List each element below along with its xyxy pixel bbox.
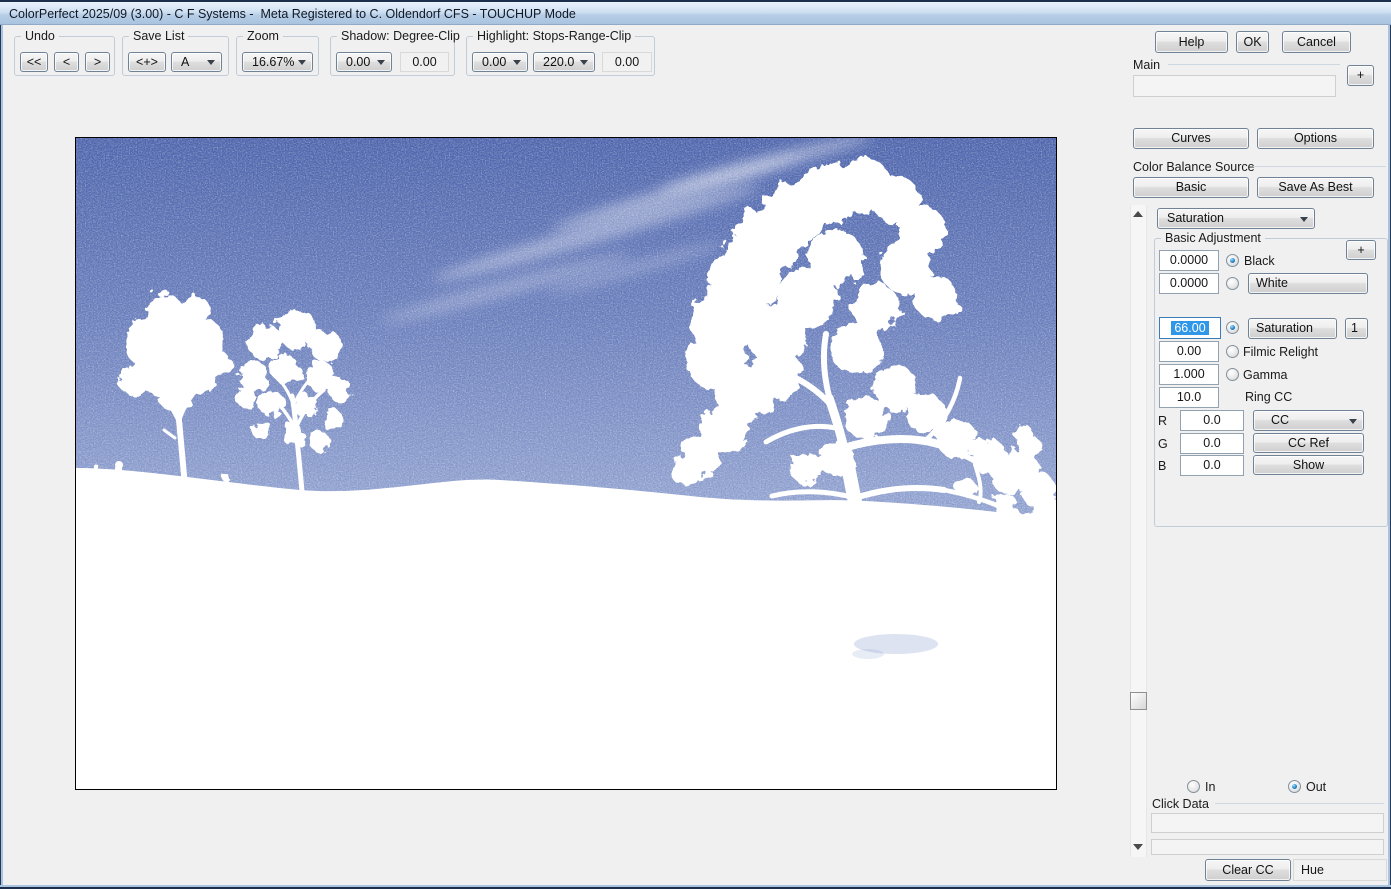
cancel-button[interactable]: Cancel: [1282, 31, 1351, 53]
color-balance-divider: [1253, 166, 1386, 167]
highlight-range-select[interactable]: 220.0: [533, 52, 595, 72]
color-balance-source-label: Color Balance Source: [1133, 160, 1255, 174]
filmic-relight-label: Filmic Relight: [1243, 345, 1318, 359]
scroll-thumb[interactable]: [1130, 692, 1147, 710]
chevron-down-icon: [298, 60, 306, 65]
undo-group-label: Undo: [21, 29, 59, 43]
black-radio[interactable]: [1226, 254, 1239, 267]
chevron-down-icon: [1349, 419, 1357, 424]
cc-value: CC: [1271, 413, 1289, 427]
green-label: G: [1158, 437, 1168, 451]
chevron-down-icon: [377, 60, 385, 65]
zoom-value: 16.67%: [252, 55, 294, 69]
scroll-down-icon[interactable]: [1133, 844, 1143, 850]
window-title: ColorPerfect 2025/09 (3.00) - C F System…: [9, 7, 576, 21]
gamma-radio[interactable]: [1226, 368, 1239, 381]
adjustment-mode-value: Saturation: [1167, 211, 1224, 225]
white-radio[interactable]: [1226, 277, 1239, 290]
black-label: Black: [1244, 254, 1275, 268]
click-data-field-1[interactable]: [1151, 813, 1384, 833]
saturation-value-field[interactable]: 66.00: [1159, 317, 1221, 339]
hue-field: Hue: [1293, 859, 1387, 881]
cc-select[interactable]: CC: [1253, 410, 1364, 431]
save-list-group-label: Save List: [129, 29, 188, 43]
ring-cc-label: Ring CC: [1245, 390, 1292, 404]
out-radio[interactable]: [1288, 780, 1301, 793]
selected-text: 66.00: [1171, 321, 1208, 335]
blue-value-field[interactable]: 0.0: [1180, 455, 1244, 476]
main-label: Main: [1133, 58, 1160, 72]
shadow-degree-value: 0.00: [346, 55, 370, 69]
negative-photo-image: [76, 138, 1056, 789]
shadow-degree-select[interactable]: 0.00: [336, 52, 392, 72]
window-frame-bottom: [0, 885, 1391, 889]
basic-adjustment-label: Basic Adjustment: [1161, 231, 1265, 245]
gamma-value-field[interactable]: 1.000: [1159, 364, 1219, 385]
show-button[interactable]: Show: [1253, 455, 1364, 475]
blue-label: B: [1158, 459, 1166, 473]
curves-button[interactable]: Curves: [1133, 128, 1249, 149]
scroll-up-icon[interactable]: [1133, 211, 1143, 217]
undo-all-button[interactable]: <<: [20, 52, 48, 72]
ring-cc-value-field[interactable]: 10.0: [1159, 387, 1219, 408]
in-radio[interactable]: [1187, 780, 1200, 793]
chevron-down-icon: [513, 60, 521, 65]
save-list-slot-select[interactable]: A: [171, 52, 222, 72]
zoom-group-label: Zoom: [243, 29, 283, 43]
highlight-stops-value: 0.00: [482, 55, 506, 69]
highlight-stops-select[interactable]: 0.00: [472, 52, 528, 72]
radio-dot-icon: [1230, 325, 1235, 330]
saturation-radio[interactable]: [1226, 321, 1239, 334]
cc-ref-button[interactable]: CC Ref: [1253, 433, 1364, 453]
saturation-index-button[interactable]: 1: [1345, 318, 1368, 339]
highlight-range-value: 220.0: [543, 55, 574, 69]
white-value-field[interactable]: 0.0000: [1159, 273, 1219, 294]
title-bar[interactable]: ColorPerfect 2025/09 (3.00) - C F System…: [0, 0, 1391, 25]
filmic-relight-radio[interactable]: [1226, 345, 1239, 358]
chevron-down-icon: [1300, 217, 1308, 222]
saturation-button[interactable]: Saturation: [1248, 318, 1337, 339]
window-frame-left: [0, 25, 3, 886]
white-button[interactable]: White: [1248, 273, 1368, 294]
main-name-field[interactable]: [1133, 75, 1336, 97]
save-as-best-button[interactable]: Save As Best: [1257, 177, 1374, 198]
highlight-group-label: Highlight: Stops-Range-Clip: [473, 29, 635, 43]
adjustment-add-button[interactable]: +: [1346, 240, 1376, 260]
gamma-label: Gamma: [1243, 368, 1287, 382]
filmic-value-field[interactable]: 0.00: [1159, 341, 1219, 362]
shadow-group-label: Shadow: Degree-Clip: [337, 29, 464, 43]
chevron-down-icon: [207, 60, 215, 65]
click-data-divider: [1215, 803, 1384, 804]
main-divider: [1168, 64, 1340, 65]
click-data-field-2[interactable]: [1151, 839, 1384, 855]
help-button[interactable]: Help: [1155, 31, 1228, 53]
out-label: Out: [1306, 780, 1326, 794]
red-label: R: [1158, 414, 1167, 428]
options-button[interactable]: Options: [1257, 128, 1374, 149]
highlight-clip-field: 0.00: [602, 52, 652, 72]
photo-canvas[interactable]: [75, 137, 1057, 790]
save-list-slot-value: A: [181, 55, 189, 69]
undo-button[interactable]: <: [54, 52, 79, 72]
application-window: ColorPerfect 2025/09 (3.00) - C F System…: [0, 0, 1391, 889]
adjustment-mode-select[interactable]: Saturation: [1157, 208, 1315, 229]
chevron-down-icon: [580, 60, 588, 65]
radio-dot-icon: [1292, 784, 1297, 789]
basic-button[interactable]: Basic: [1133, 177, 1249, 198]
red-value-field[interactable]: 0.0: [1180, 410, 1244, 431]
save-list-add-button[interactable]: <+>: [128, 52, 166, 72]
panel-scrollbar[interactable]: [1130, 205, 1147, 857]
ok-button[interactable]: OK: [1236, 31, 1269, 53]
click-data-label: Click Data: [1152, 797, 1209, 811]
redo-button[interactable]: >: [85, 52, 110, 72]
zoom-select[interactable]: 16.67%: [242, 52, 313, 72]
radio-dot-icon: [1230, 258, 1235, 263]
main-add-button[interactable]: +: [1347, 65, 1374, 86]
green-value-field[interactable]: 0.0: [1180, 433, 1244, 454]
shadow-clip-field: 0.00: [400, 52, 449, 72]
black-value-field[interactable]: 0.0000: [1159, 250, 1219, 271]
clear-cc-button[interactable]: Clear CC: [1205, 859, 1291, 881]
in-label: In: [1205, 780, 1215, 794]
